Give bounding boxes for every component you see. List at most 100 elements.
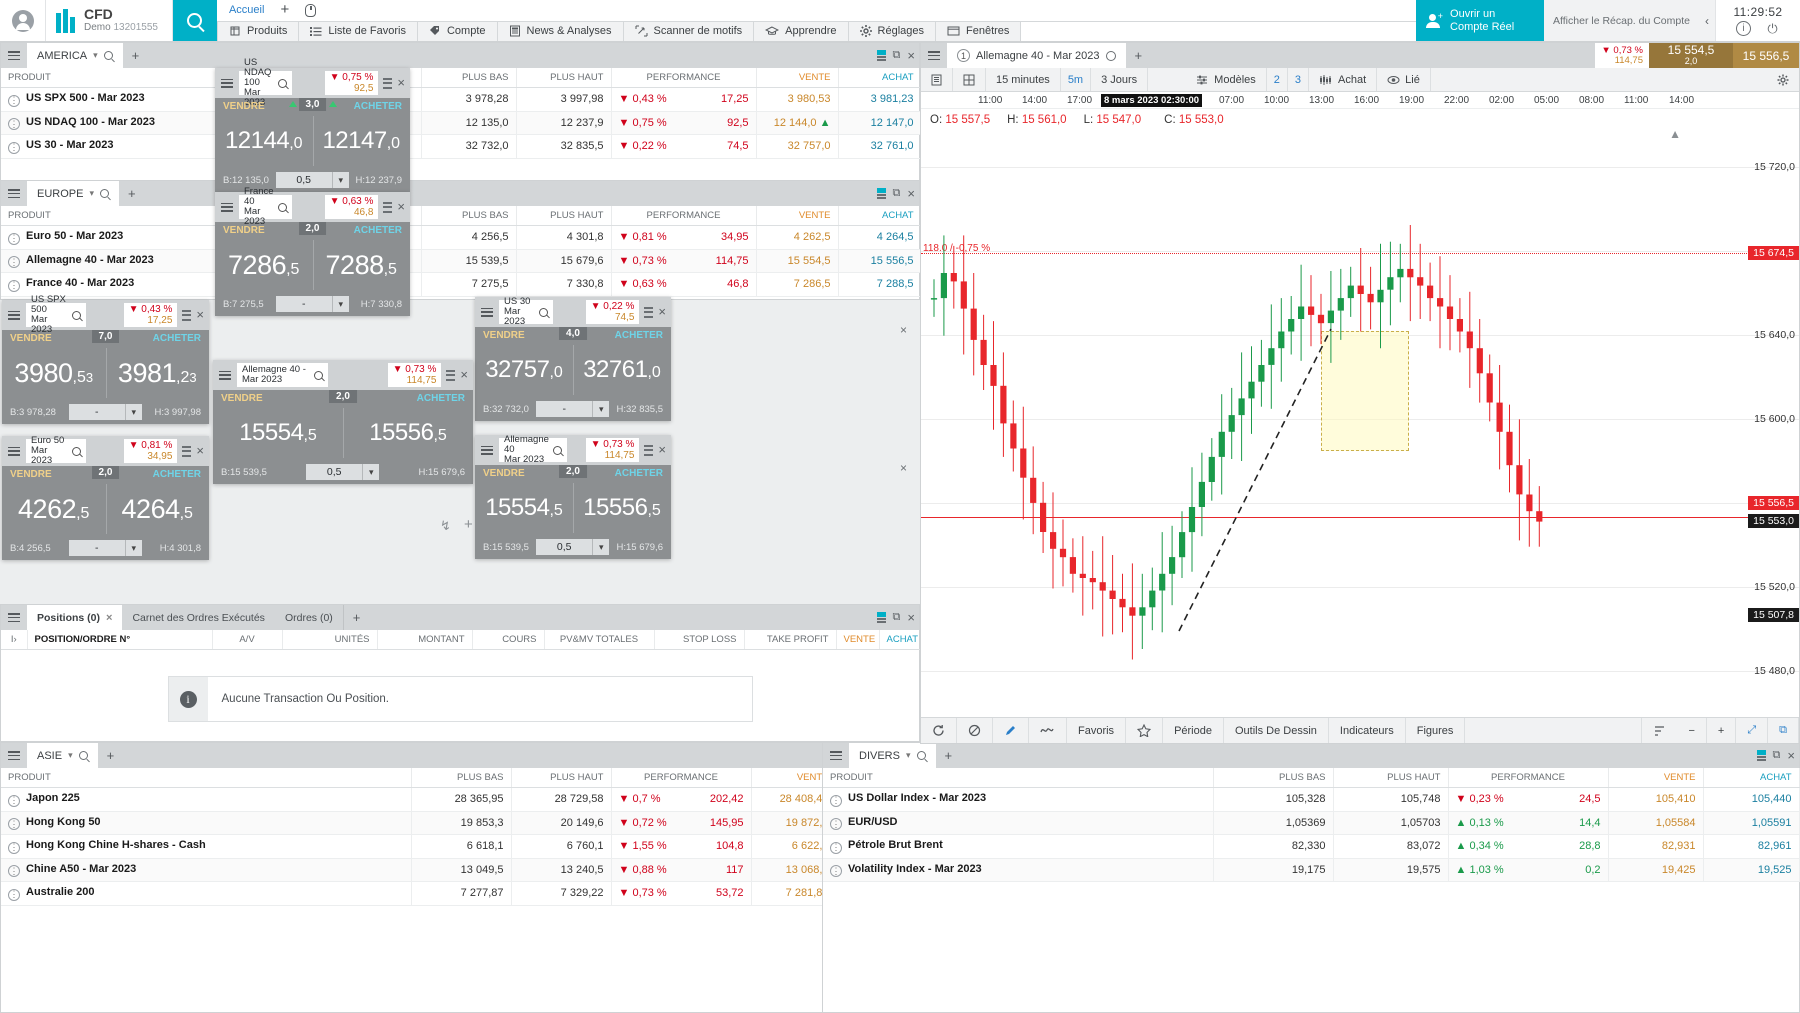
user-account-button[interactable] bbox=[0, 0, 46, 41]
cell-achat[interactable]: 15 556,5 bbox=[838, 249, 921, 273]
expand-icon[interactable]: ⧉ bbox=[893, 49, 901, 62]
split-icon[interactable]: ↯ bbox=[440, 518, 451, 534]
deal-ticket[interactable]: US SPX 500Mar 2023 ▼ 0,43 % 17,25 × VEND… bbox=[2, 300, 209, 424]
cell-produit[interactable]: ⋮EUR/USD bbox=[823, 811, 1213, 835]
ticket-layout-icon[interactable] bbox=[383, 78, 392, 89]
table-row[interactable]: ⋮Allemagne 40 - Mar 2023 15 539,5 15 679… bbox=[1, 249, 921, 273]
buy-price-button[interactable]: 12147,0 bbox=[313, 127, 411, 155]
col-plus-bas[interactable]: PLUS BAS bbox=[1213, 768, 1333, 788]
col-vente[interactable]: VENTE bbox=[756, 206, 838, 226]
expand-icon[interactable]: ⧉ bbox=[1773, 749, 1781, 762]
cell-vente[interactable]: 82,931 bbox=[1608, 835, 1703, 859]
chart-zoom-out-button[interactable]: − bbox=[1677, 718, 1706, 743]
zoom-search-icon[interactable] bbox=[917, 751, 926, 760]
info-icon[interactable]: ⋮ bbox=[8, 233, 20, 245]
col-performance[interactable]: PERFORMANCE bbox=[611, 768, 751, 788]
chart-models-button[interactable]: Modèles bbox=[1186, 68, 1267, 91]
quantity-stepper[interactable]: - ▾ bbox=[69, 540, 142, 556]
tab-america[interactable]: AMERICA ▾ bbox=[27, 43, 123, 68]
quantity-stepper[interactable]: 0,5 ▾ bbox=[306, 464, 379, 480]
search-icon[interactable] bbox=[278, 203, 287, 212]
tab-europe[interactable]: EUROPE ▾ bbox=[27, 181, 119, 206]
search-icon[interactable] bbox=[278, 79, 287, 88]
info-icon[interactable]: ⋮ bbox=[830, 795, 842, 807]
info-icon[interactable]: ⋮ bbox=[8, 280, 20, 292]
col-vente[interactable]: VENTE bbox=[836, 630, 879, 650]
chart-periode-button[interactable]: Période bbox=[1163, 718, 1224, 743]
panel-menu-button[interactable] bbox=[1, 43, 27, 68]
cell-achat[interactable]: 105,440 bbox=[1703, 788, 1799, 812]
chart-range-button[interactable]: 3 Jours bbox=[1091, 68, 1148, 91]
panel-menu-button[interactable] bbox=[1, 605, 27, 630]
table-row[interactable]: ⋮Hong Kong 50 19 853,3 20 149,6 ▼ 0,72 %… bbox=[1, 811, 921, 835]
panel-layout-icon[interactable] bbox=[877, 188, 886, 199]
ticket-instrument[interactable]: Euro 50Mar 2023 bbox=[26, 439, 86, 463]
cell-vente[interactable]: 4 262,5 bbox=[756, 226, 838, 250]
col-plus-haut[interactable]: PLUS HAUT bbox=[1333, 768, 1448, 788]
chevron-down-icon[interactable]: ▾ bbox=[93, 50, 98, 61]
table-row[interactable]: ⋮US 30 - Mar 2023 32 732,0 32 835,5 ▼ 0,… bbox=[1, 135, 921, 159]
ticket-close-icon[interactable]: × bbox=[900, 463, 911, 474]
col-plus-haut[interactable]: PLUS HAUT bbox=[516, 206, 611, 226]
col-plus-bas[interactable]: PLUS BAS bbox=[421, 68, 516, 88]
info-icon[interactable]: ⋮ bbox=[8, 95, 20, 107]
search-icon[interactable] bbox=[539, 308, 548, 317]
info-icon[interactable]: ⋮ bbox=[8, 795, 20, 807]
menu-item-news-analyses[interactable]: News & Analyses bbox=[498, 21, 624, 42]
info-icon[interactable]: ⋮ bbox=[8, 818, 20, 830]
info-icon[interactable]: ⋮ bbox=[8, 142, 20, 154]
col-produit[interactable]: PRODUIT bbox=[823, 768, 1213, 788]
ticket-instrument[interactable]: Allemagne 40Mar 2023 bbox=[499, 438, 567, 462]
deal-ticket[interactable]: US NDAQ 100Mar 2023 ▼ 0,75 % 92,5 × VEND… bbox=[215, 68, 410, 192]
col-plus-bas[interactable]: PLUS BAS bbox=[421, 206, 516, 226]
menu-item-reglages[interactable]: Réglages bbox=[849, 21, 936, 42]
cell-achat[interactable]: 7 288,5 bbox=[838, 273, 921, 297]
chevron-down-icon[interactable]: ▾ bbox=[592, 539, 609, 555]
close-icon[interactable]: × bbox=[397, 78, 405, 88]
sell-price-button[interactable]: 12144,0 bbox=[215, 127, 313, 155]
add-workspace-button[interactable]: + bbox=[280, 4, 289, 16]
cell-achat[interactable]: 12 147,0 bbox=[838, 111, 921, 135]
cell-achat[interactable]: 3 981,23 bbox=[838, 88, 921, 112]
sell-price-button[interactable]: 3980,53 bbox=[2, 358, 106, 389]
close-icon[interactable]: × bbox=[196, 310, 204, 320]
buy-price-button[interactable]: 7288,5 bbox=[313, 250, 411, 281]
add-watchlist-button[interactable]: + bbox=[123, 43, 149, 68]
col-unites[interactable]: UNITÉS bbox=[282, 630, 377, 650]
col-vente[interactable]: VENTE bbox=[1608, 768, 1703, 788]
chevron-down-icon[interactable]: ▾ bbox=[125, 540, 142, 556]
col-performance[interactable]: PERFORMANCE bbox=[1448, 768, 1608, 788]
panel-menu-button[interactable] bbox=[823, 743, 849, 768]
deal-ticket[interactable]: US 30Mar 2023 ▼ 0,22 % 74,5 × VENDRE 4,0… bbox=[475, 297, 671, 421]
search-icon[interactable] bbox=[314, 371, 323, 380]
cell-vente[interactable]: 15 554,5 bbox=[756, 249, 838, 273]
info-icon[interactable]: ⋮ bbox=[8, 842, 20, 854]
add-watchlist-button[interactable]: + bbox=[119, 181, 145, 206]
cell-vente[interactable]: 1,05584 bbox=[1608, 811, 1703, 835]
close-icon[interactable]: × bbox=[658, 307, 666, 317]
cell-vente[interactable]: 32 757,0 bbox=[756, 135, 838, 159]
chart-indicateurs-button[interactable]: Indicateurs bbox=[1329, 718, 1406, 743]
chart-star-icon[interactable] bbox=[1126, 718, 1163, 743]
col-plus-haut[interactable]: PLUS HAUT bbox=[516, 68, 611, 88]
chart-menu-button[interactable] bbox=[921, 43, 947, 68]
chevron-down-icon[interactable]: ▾ bbox=[592, 401, 609, 417]
cell-vente[interactable]: 7 286,5 bbox=[756, 273, 838, 297]
cell-produit[interactable]: ⋮US Dollar Index - Mar 2023 bbox=[823, 788, 1213, 812]
chart-grid-layout-button[interactable] bbox=[953, 68, 986, 91]
chart-num-2-button[interactable]: 2 bbox=[1267, 68, 1288, 91]
zoom-search-icon[interactable] bbox=[104, 51, 113, 60]
table-row[interactable]: ⋮EUR/USD 1,05369 1,05703 ▲ 0,13 %14,4 1,… bbox=[823, 811, 1799, 835]
col-av[interactable]: A/V bbox=[212, 630, 282, 650]
chart-settings-icon[interactable] bbox=[1767, 68, 1799, 91]
ticket-layout-icon[interactable] bbox=[644, 445, 653, 456]
panel-menu-button[interactable] bbox=[1, 181, 27, 206]
ticket-instrument[interactable]: US NDAQ 100Mar 2023 bbox=[239, 71, 292, 95]
chart-achat-button[interactable]: Achat bbox=[1309, 68, 1377, 91]
cell-vente[interactable]: 12 144,0 ▲ bbox=[756, 111, 838, 135]
buy-price-button[interactable]: 15556,5 bbox=[343, 419, 473, 447]
info-icon[interactable]: i bbox=[1736, 21, 1751, 36]
chevron-down-icon[interactable]: ▾ bbox=[89, 188, 94, 199]
info-icon[interactable]: ⋮ bbox=[8, 256, 20, 268]
panel-menu-button[interactable] bbox=[1, 743, 27, 768]
